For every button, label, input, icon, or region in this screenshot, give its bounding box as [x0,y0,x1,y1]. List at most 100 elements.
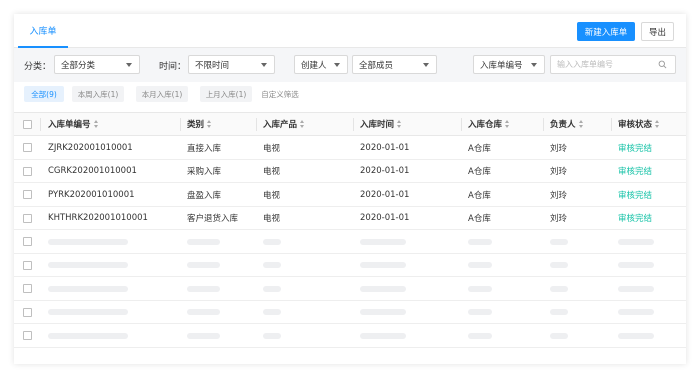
skeleton-bar [48,262,128,268]
skeleton-bar [468,309,492,315]
skeleton-bar [550,332,568,339]
member-select[interactable]: 全部成员 [352,55,437,74]
skeleton-bar [360,238,406,245]
chevron-down-icon [531,63,537,67]
column-header-time[interactable]: 入库时间 [360,113,402,135]
row-checkbox[interactable] [23,331,32,340]
cell-time: 2020-01-01 [360,213,410,223]
cell-owner: 刘玲 [550,143,568,154]
search-field-value: 入库单编号 [480,60,523,71]
skeleton-bar [618,309,654,315]
skeleton-bar [187,285,220,292]
skeleton-bar [468,332,492,339]
skeleton-bar [263,309,281,315]
search-icon[interactable] [658,60,667,69]
export-button[interactable]: 导出 [641,22,674,41]
cell-time: 2020-01-01 [360,166,410,176]
skeleton-bar [550,262,568,268]
category-label: 分类： [24,61,52,72]
cell-product: 电视 [263,190,281,201]
sort-icon[interactable] [655,120,660,128]
category-select[interactable]: 全部分类 [54,55,140,74]
skeleton-bar [618,262,654,268]
column-divider [180,118,181,131]
cell-warehouse: A仓库 [468,143,491,154]
cell-warehouse: A仓库 [468,214,491,224]
table-row[interactable]: PYRK202001010001 盘盈入库 电视 2020-01-01 A仓库 … [14,183,686,207]
skeleton-bar [468,262,492,268]
search-placeholder: 输入入库单编号 [557,60,613,69]
skeleton-bar [187,332,220,339]
cell-status: 审核完结 [618,167,653,177]
quick-tab-custom-filter[interactable]: 自定义筛选 [258,86,302,102]
column-divider [611,118,612,131]
skeleton-bar [360,285,406,292]
skeleton-row [14,277,686,301]
row-checkbox[interactable] [23,284,32,293]
creator-select-value: 创建人 [301,60,327,71]
row-checkbox[interactable] [23,166,32,176]
chevron-down-icon [261,63,267,67]
cell-product: 电视 [263,167,281,177]
cell-category: 客户退货入库 [187,214,239,224]
skeleton-bar [263,332,281,339]
column-header-owner[interactable]: 负责人 [550,113,583,135]
table-row[interactable]: ZJRK202001010001 直接入库 电视 2020-01-01 A仓库 … [14,136,686,160]
table-row[interactable]: CGRK202001010001 采购入库 电视 2020-01-01 A仓库 … [14,160,686,183]
skeleton-bar [550,238,568,245]
cell-category: 采购入库 [187,167,222,177]
quick-tab-last-month[interactable]: 上月入库(1) [200,86,252,102]
column-header-warehouse[interactable]: 入库仓库 [468,113,510,135]
cell-time: 2020-01-01 [360,189,410,200]
cell-order-no: KHTHRK202001010001 [48,213,148,223]
cell-order-no: PYRK202001010001 [48,189,135,200]
column-divider [543,118,544,131]
time-select[interactable]: 不限时间 [188,55,275,74]
column-header-category[interactable]: 类别 [187,113,212,135]
column-header-product[interactable]: 入库产品 [263,113,305,135]
sort-icon[interactable] [397,120,402,128]
cell-status: 审核完结 [618,190,653,201]
skeleton-bar [48,238,128,245]
panel-header: 入库单 新建入库单 导出 [14,14,686,48]
cell-time: 2020-01-01 [360,142,410,153]
column-header-status[interactable]: 审核状态 [618,113,660,135]
quick-tab-this-month[interactable]: 本月入库(1) [136,86,188,102]
sort-icon[interactable] [300,120,305,128]
row-checkbox[interactable] [23,307,32,317]
column-header-order-no[interactable]: 入库单编号 [48,113,98,135]
skeleton-bar [360,262,406,268]
search-field-select[interactable]: 入库单编号 [473,55,545,74]
cell-category: 直接入库 [187,143,222,154]
new-stock-in-button[interactable]: 新建入库单 [577,22,635,41]
cell-warehouse: A仓库 [468,167,491,177]
cell-owner: 刘玲 [550,214,568,224]
member-select-value: 全部成员 [359,60,394,71]
creator-select[interactable]: 创建人 [294,55,348,74]
sort-icon[interactable] [93,120,98,128]
sort-icon[interactable] [207,120,212,128]
row-checkbox[interactable] [23,260,32,270]
stock-in-panel: 入库单 新建入库单 导出 分类： 全部分类 时间： 不限时间 创建人 全部成员 … [14,14,686,364]
table-header: 入库单编号 类别 入库产品 入库时间 入库仓库 负责人 审核状态 [14,112,686,136]
row-checkbox[interactable] [23,190,32,199]
chevron-down-icon [334,63,340,67]
row-checkbox[interactable] [23,237,32,246]
skeleton-bar [618,285,654,292]
quick-tab-all[interactable]: 全部(9) [24,86,64,102]
select-all-checkbox[interactable] [23,120,32,129]
table-row[interactable]: KHTHRK202001010001 客户退货入库 电视 2020-01-01 … [14,207,686,230]
cell-order-no: ZJRK202001010001 [48,142,133,153]
filter-bar: 分类： 全部分类 时间： 不限时间 创建人 全部成员 入库单编号 输入入库单编号 [14,48,686,82]
quick-tab-this-week[interactable]: 本周入库(1) [72,86,124,102]
column-divider [256,118,257,131]
tab-stock-in-order[interactable]: 入库单 [18,14,68,48]
row-checkbox[interactable] [23,213,32,223]
sort-icon[interactable] [505,120,510,128]
sort-icon[interactable] [578,120,583,128]
skeleton-row [14,324,686,348]
cell-category: 盘盈入库 [187,190,222,201]
search-input[interactable]: 输入入库单编号 [550,55,676,74]
row-checkbox[interactable] [23,143,32,152]
cell-order-no: CGRK202001010001 [48,166,137,176]
